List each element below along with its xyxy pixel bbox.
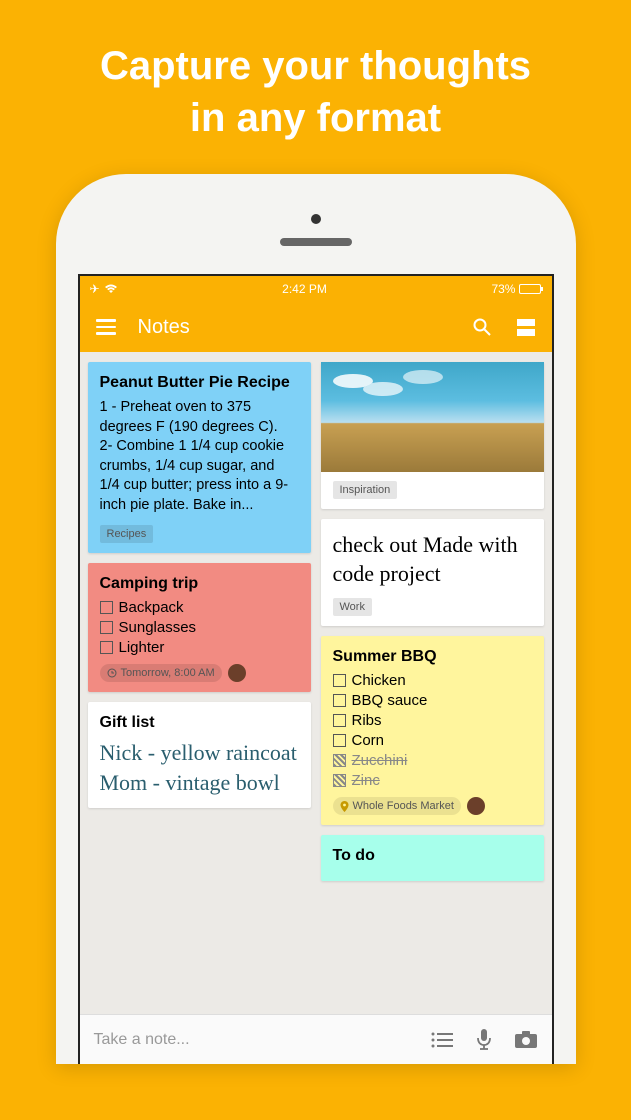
notes-grid[interactable]: Peanut Butter Pie Recipe 1 - Preheat ove… — [80, 352, 552, 1014]
note-title: Camping trip — [100, 575, 299, 593]
checkbox-icon[interactable] — [333, 734, 346, 747]
clock-icon — [107, 668, 117, 678]
note-title: To do — [333, 847, 532, 865]
checkbox-icon[interactable] — [333, 694, 346, 707]
list-item[interactable]: Lighter — [100, 639, 299, 656]
take-note-input[interactable]: Take a note... — [94, 1031, 412, 1049]
item-text: Lighter — [119, 639, 165, 656]
app-bar: Notes — [80, 302, 552, 352]
column-left: Peanut Butter Pie Recipe 1 - Preheat ove… — [88, 362, 311, 1004]
note-card-todo[interactable]: To do — [321, 835, 544, 881]
note-label[interactable]: Inspiration — [333, 481, 398, 499]
item-text: BBQ sauce — [352, 692, 428, 709]
bottom-bar: Take a note... — [80, 1014, 552, 1064]
list-item[interactable]: Corn — [333, 732, 532, 749]
checkbox-icon[interactable] — [333, 754, 346, 767]
status-time: 2:42 PM — [282, 282, 327, 296]
checkbox-icon[interactable] — [333, 774, 346, 787]
list-item[interactable]: Zinc — [333, 772, 532, 789]
list-icon[interactable] — [430, 1028, 454, 1052]
column-right: Inspiration check out Made with code pro… — [321, 362, 544, 1004]
item-text: Ribs — [352, 712, 382, 729]
note-label[interactable]: Recipes — [100, 525, 154, 543]
note-card-giftlist[interactable]: Gift list Nick - yellow raincoat Mom - v… — [88, 702, 311, 807]
camera-icon[interactable] — [514, 1028, 538, 1052]
view-toggle-icon[interactable] — [514, 315, 538, 339]
pin-icon — [340, 801, 349, 812]
reminder-row: Tomorrow, 8:00 AM — [100, 664, 299, 682]
note-body: Nick - yellow raincoat Mom - vintage bow… — [100, 738, 299, 797]
item-text: Sunglasses — [119, 619, 197, 636]
reminder-chip[interactable]: Tomorrow, 8:00 AM — [100, 664, 222, 682]
checkbox-icon[interactable] — [100, 641, 113, 654]
item-text: Backpack — [119, 599, 184, 616]
menu-icon[interactable] — [94, 315, 118, 339]
item-text: Zinc — [352, 772, 380, 789]
note-label[interactable]: Work — [333, 598, 372, 616]
note-title: Summer BBQ — [333, 648, 532, 666]
status-bar: ✈ 2:42 PM 73% — [80, 276, 552, 302]
avatar[interactable] — [467, 797, 485, 815]
status-right: 73% — [491, 282, 541, 296]
item-text: Zucchini — [352, 752, 408, 769]
airplane-icon: ✈ — [90, 282, 100, 296]
phone-camera — [311, 214, 321, 224]
note-body: check out Made with code project — [333, 531, 532, 588]
list-item[interactable]: Chicken — [333, 672, 532, 689]
checkbox-icon[interactable] — [333, 674, 346, 687]
phone-frame: ✈ 2:42 PM 73% Notes Peanut Butter P — [56, 174, 576, 1064]
note-title: Peanut Butter Pie Recipe — [100, 374, 299, 392]
note-image — [321, 362, 544, 472]
note-card-image[interactable]: Inspiration — [321, 362, 544, 509]
app-title: Notes — [138, 316, 450, 339]
note-title: Gift list — [100, 714, 299, 732]
phone-speaker — [280, 238, 352, 246]
avatar[interactable] — [228, 664, 246, 682]
list-item[interactable]: Ribs — [333, 712, 532, 729]
checkbox-icon[interactable] — [333, 714, 346, 727]
checkbox-icon[interactable] — [100, 601, 113, 614]
note-card-recipe[interactable]: Peanut Butter Pie Recipe 1 - Preheat ove… — [88, 362, 311, 553]
list-item[interactable]: Backpack — [100, 599, 299, 616]
wifi-icon — [104, 284, 118, 294]
note-card-bbq[interactable]: Summer BBQ Chicken BBQ sauce Ribs Corn Z… — [321, 636, 544, 825]
location-chip[interactable]: Whole Foods Market — [333, 797, 461, 815]
screen: ✈ 2:42 PM 73% Notes Peanut Butter P — [78, 274, 554, 1064]
location-row: Whole Foods Market — [333, 797, 532, 815]
list-item[interactable]: Zucchini — [333, 752, 532, 769]
hero-line1: Capture your thoughts — [100, 44, 531, 88]
list-item[interactable]: BBQ sauce — [333, 692, 532, 709]
item-text: Chicken — [352, 672, 406, 689]
note-body: 1 - Preheat oven to 375 degrees F (190 d… — [100, 398, 299, 515]
hero-text: Capture your thoughts in any format — [0, 0, 631, 174]
checkbox-icon[interactable] — [100, 621, 113, 634]
search-icon[interactable] — [470, 315, 494, 339]
item-text: Corn — [352, 732, 385, 749]
note-card-code[interactable]: check out Made with code project Work — [321, 519, 544, 626]
battery-percent: 73% — [491, 282, 515, 296]
list-item[interactable]: Sunglasses — [100, 619, 299, 636]
status-left: ✈ — [90, 282, 118, 296]
microphone-icon[interactable] — [472, 1028, 496, 1052]
location-text: Whole Foods Market — [353, 800, 454, 812]
note-card-camping[interactable]: Camping trip Backpack Sunglasses Lighter… — [88, 563, 311, 692]
reminder-text: Tomorrow, 8:00 AM — [121, 667, 215, 679]
battery-icon — [519, 284, 541, 294]
phone-top — [78, 196, 554, 274]
hero-line2: in any format — [190, 96, 441, 140]
